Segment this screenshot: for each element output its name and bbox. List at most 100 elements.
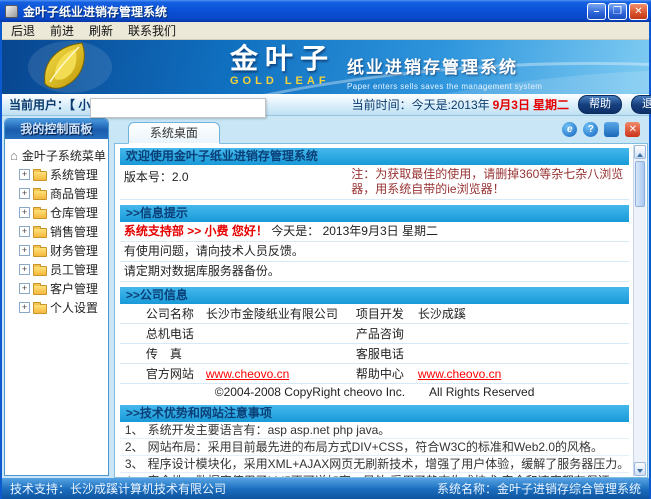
- tree-item-label: 员工管理: [50, 263, 99, 277]
- expand-icon[interactable]: +: [19, 302, 30, 313]
- expand-icon[interactable]: +: [19, 169, 30, 180]
- info-header: >>信息提示: [119, 205, 630, 222]
- status-tech-support: 技术支持：长沙成蹊计算机技术有限公司: [10, 482, 227, 496]
- company-row: 传 真 客服电话: [119, 344, 630, 364]
- help-icon[interactable]: ?: [583, 122, 599, 137]
- system-subtitle-en: Paper enters sells saves the management …: [347, 82, 543, 91]
- status-bar: 技术支持：长沙成蹊计算机技术有限公司 系统名称：金叶子进销存综合管理系统: [2, 478, 649, 499]
- browser-icon[interactable]: e: [562, 122, 578, 137]
- sidebar-item-customer[interactable]: + 客户管理: [10, 279, 106, 298]
- tech-item: 1、 系统开发主要语言有：asp asp.net php java。: [119, 422, 630, 439]
- current-time-label: 当前时间：今天是:2013年: [351, 98, 490, 112]
- folder-icon: [33, 169, 47, 181]
- info-line: 有使用问题，请向技术人员反馈。: [119, 242, 630, 262]
- company-header: >>公司信息: [119, 287, 630, 304]
- company-label: 传 真: [145, 347, 182, 361]
- expand-icon[interactable]: +: [19, 264, 30, 275]
- menu-item-forward[interactable]: 前进: [50, 22, 74, 39]
- greeting-date: 今天是： 2013年9月3日 星期二: [271, 224, 438, 238]
- tech-item-number: 3、: [124, 457, 144, 471]
- minimize-button[interactable]: –: [587, 2, 606, 20]
- company-label: 产品咨询: [355, 327, 404, 341]
- company-label: 总机电话: [145, 327, 194, 341]
- menu-item-back[interactable]: 后退: [11, 22, 35, 39]
- tab-system-desktop[interactable]: 系统桌面: [127, 122, 220, 144]
- vertical-scrollbar[interactable]: [633, 145, 647, 476]
- company-label: 帮助中心: [355, 367, 404, 381]
- company-value: [206, 324, 356, 343]
- desktop-panel: 欢迎使用金叶子纸业进销存管理系统 版本号：2.0 注：为获取最佳的使用，请删掉3…: [113, 143, 649, 478]
- tree-item-label: 仓库管理: [50, 206, 99, 220]
- company-section: >>公司信息 公司名称 长沙市金陵纸业有限公司 项目开发 长沙成蹊 总机电话 产…: [119, 287, 630, 400]
- scroll-thumb[interactable]: [635, 161, 646, 207]
- info-line: 请定期对数据库服务器备份。: [119, 262, 630, 282]
- company-value: [418, 324, 629, 343]
- folder-icon: [33, 264, 47, 276]
- close-button[interactable]: ✕: [629, 2, 648, 20]
- tech-section: >>技术优势和网站注意事项 1、 系统开发主要语言有：asp asp.net p…: [119, 405, 630, 477]
- window-icon[interactable]: [604, 122, 620, 137]
- company-value: [206, 344, 356, 363]
- menu-item-contact[interactable]: 联系我们: [128, 22, 176, 39]
- tech-item-number: 4、: [125, 473, 144, 477]
- menu-tree: ⌂ 金叶子系统菜单 + 系统管理 + 商品管理 + 仓库管理 + 销售管理 + …: [5, 139, 108, 317]
- company-label: 官方网站: [145, 367, 194, 381]
- folder-icon: [33, 226, 47, 238]
- sidebar-item-system[interactable]: + 系统管理: [10, 165, 106, 184]
- exit-button[interactable]: 退出: [631, 95, 651, 114]
- folder-icon: [33, 302, 47, 314]
- company-row: 官方网站 www.cheovo.cn 帮助中心 www.cheovo.cn: [119, 364, 630, 384]
- tech-item-text: 程序设计模块化，采用XML+AJAX网页无刷新技术，增强了用户体验，缓解了服务器…: [147, 457, 630, 471]
- tab-strip: 系统桌面 e ? ✕: [114, 118, 648, 144]
- tech-item-text: 网站布局：采用目前最先进的布局方式DIV+CSS，符合W3C的标准和Web2.0…: [147, 440, 604, 454]
- system-subtitle: 纸业进销存管理系统: [347, 58, 518, 77]
- current-date: 9月3日: [492, 98, 530, 112]
- copyright: ©2004-2008 CopyRight cheovo Inc. All Rig…: [214, 385, 535, 399]
- scroll-down-button[interactable]: [634, 462, 647, 476]
- app-window: 金叶子纸业进销存管理系统 – ❐ ✕ 后退 前进 刷新 联系我们 金叶子 GOL…: [0, 0, 651, 499]
- title-bar: 金叶子纸业进销存管理系统 – ❐ ✕: [0, 0, 651, 22]
- tree-item-label: 商品管理: [50, 187, 99, 201]
- status-system-name: 系统名称：金叶子进销存综合管理系统: [436, 482, 641, 496]
- menu-item-refresh[interactable]: 刷新: [89, 22, 113, 39]
- content-area: 系统桌面 e ? ✕ 欢迎使用金叶子纸业进销存管理系统 版本号：2.0 注：为获…: [113, 118, 649, 478]
- tree-root[interactable]: ⌂ 金叶子系统菜单: [10, 146, 106, 165]
- company-row: 总机电话 产品咨询: [119, 324, 630, 344]
- tech-item-number: 1、: [124, 423, 144, 437]
- menu-bar: 后退 前进 刷新 联系我们: [2, 22, 649, 40]
- expand-icon[interactable]: +: [19, 245, 30, 256]
- sidebar-item-warehouse[interactable]: + 仓库管理: [10, 203, 106, 222]
- expand-icon[interactable]: +: [19, 226, 30, 237]
- scroll-up-button[interactable]: [634, 145, 647, 159]
- sidebar: 我的控制面板 ⌂ 金叶子系统菜单 + 系统管理 + 商品管理 + 仓库管理 + …: [4, 118, 109, 478]
- maximize-button[interactable]: ❐: [608, 2, 627, 20]
- company-row: 公司名称 长沙市金陵纸业有限公司 项目开发 长沙成蹊: [119, 304, 630, 324]
- brand-name-en: GOLD LEAF: [230, 75, 330, 87]
- help-button[interactable]: 帮助: [578, 95, 622, 114]
- sidebar-item-sales[interactable]: + 销售管理: [10, 222, 106, 241]
- expand-icon[interactable]: +: [19, 207, 30, 218]
- close-tab-icon[interactable]: ✕: [625, 122, 641, 137]
- sidebar-item-personal[interactable]: + 个人设置: [10, 298, 106, 317]
- tree-item-label: 客户管理: [50, 282, 99, 296]
- company-value: 长沙成蹊: [417, 307, 466, 321]
- root-node-icon: ⌂: [10, 148, 18, 163]
- company-label: 公司名称: [145, 307, 194, 321]
- official-site-link[interactable]: www.cheovo.cn: [206, 364, 356, 383]
- browser-note: 注：为获取最佳的使用，请删掉360等杂七杂八浏览器，用系统自带的ie浏览器！: [351, 167, 624, 196]
- expand-icon[interactable]: +: [19, 283, 30, 294]
- tooltip-box: [90, 98, 266, 118]
- company-label: 项目开发: [355, 307, 404, 321]
- app-icon: [5, 4, 18, 18]
- sidebar-item-finance[interactable]: + 财务管理: [10, 241, 106, 260]
- sidebar-item-goods[interactable]: + 商品管理: [10, 184, 106, 203]
- user-bar: 当前用户：【 小费 】 当前时间：今天是:2013年9月3日 星期二 帮助 退出: [2, 94, 651, 118]
- help-center-link[interactable]: www.cheovo.cn: [418, 364, 629, 383]
- company-label: 客服电话: [355, 347, 404, 361]
- expand-icon[interactable]: +: [19, 188, 30, 199]
- folder-icon: [33, 245, 47, 257]
- main-area: 我的控制面板 ⌂ 金叶子系统菜单 + 系统管理 + 商品管理 + 仓库管理 + …: [2, 116, 649, 478]
- tech-item-text: 系统开发主要语言有：asp asp.net php java。: [147, 423, 391, 437]
- sidebar-item-employee[interactable]: + 员工管理: [10, 260, 106, 279]
- tech-item: 4、 安全性：数据库使用了Md5不可逆加密；另外,采用了静态生成技术,安全和速度…: [120, 473, 629, 477]
